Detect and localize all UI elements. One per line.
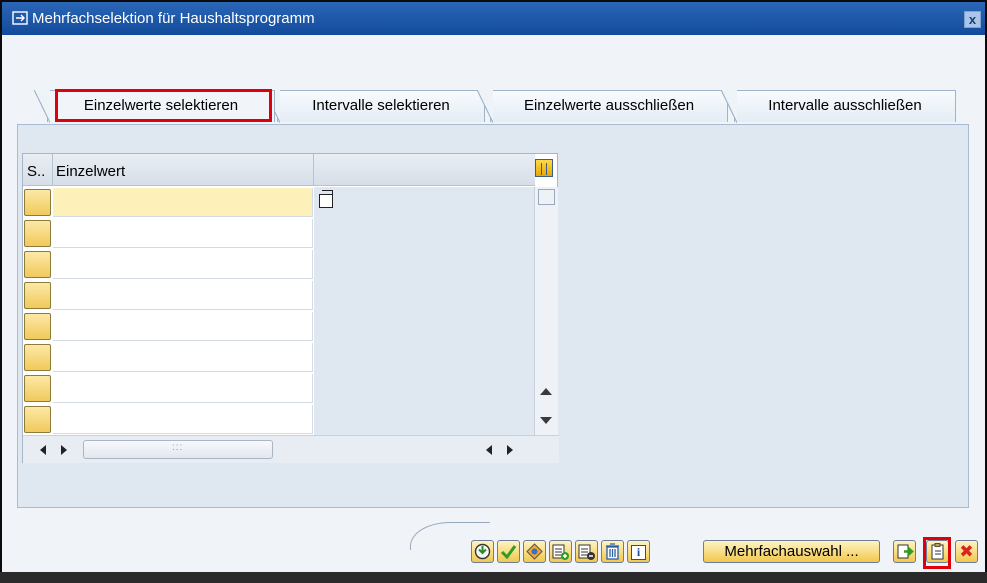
value-input[interactable] [53, 188, 313, 217]
info-icon: i [631, 545, 646, 560]
value-input[interactable] [53, 312, 313, 341]
value-input[interactable] [53, 374, 313, 403]
scroll-up-icon[interactable] [540, 388, 552, 395]
tab-label: Intervalle selektieren [312, 97, 450, 114]
range-icon [526, 543, 543, 560]
value-input[interactable] [53, 343, 313, 372]
tab-intervalle-ausschliessen[interactable]: Intervalle ausschließen [721, 90, 956, 123]
range-button[interactable] [523, 540, 546, 563]
execute-button[interactable] [471, 540, 494, 563]
tab-intervalle-selektieren[interactable]: Intervalle selektieren [264, 90, 485, 123]
row-selector[interactable] [24, 375, 51, 402]
row-selector[interactable] [24, 282, 51, 309]
row-selector[interactable] [24, 251, 51, 278]
scroll-right-icon[interactable] [61, 445, 67, 455]
table-row [23, 187, 535, 218]
value-input[interactable] [53, 405, 313, 434]
tab-label: Einzelwerte ausschließen [523, 97, 695, 114]
window-icon [12, 11, 28, 25]
row-selector[interactable] [24, 344, 51, 371]
scroll-thumb[interactable] [538, 189, 555, 205]
row-selector[interactable] [24, 220, 51, 247]
execute-icon [474, 543, 491, 560]
import-button[interactable] [893, 540, 916, 563]
table-row [23, 249, 535, 280]
window-title: Mehrfachselektion für Haushaltsprogramm [32, 10, 315, 27]
scroll-left-icon[interactable] [486, 445, 492, 455]
table-row [23, 404, 535, 435]
close-button[interactable]: x [964, 11, 981, 28]
vertical-scrollbar[interactable] [534, 187, 558, 435]
delete-row-icon [578, 544, 595, 560]
value-input[interactable] [53, 219, 313, 248]
row-selector[interactable] [24, 313, 51, 340]
values-table: S.. Einzelwert::: [22, 153, 559, 463]
table-settings-icon[interactable] [535, 159, 553, 177]
table-header: S.. Einzelwert [23, 154, 535, 186]
table-row [23, 280, 535, 311]
row-selector[interactable] [24, 189, 51, 216]
value-input[interactable] [53, 250, 313, 279]
button-bar: i Mehrfachauswahl ... ✖ [0, 540, 987, 570]
scroll-thumb[interactable]: ::: [83, 440, 273, 459]
column-header-selection[interactable]: S.. [27, 163, 45, 180]
table-row [23, 218, 535, 249]
delete-row-button[interactable] [575, 540, 598, 563]
table-row [23, 311, 535, 342]
insert-row-icon [552, 544, 569, 560]
check-icon [500, 545, 517, 560]
cancel-button[interactable]: ✖ [955, 540, 978, 563]
scroll-down-icon[interactable] [540, 417, 552, 424]
multiple-selection-icon[interactable] [319, 190, 333, 208]
table-row [23, 342, 535, 373]
value-input[interactable] [53, 281, 313, 310]
trash-icon [606, 543, 619, 560]
title-bar: Mehrfachselektion für Haushaltsprogramm … [2, 2, 985, 35]
active-tab-highlight [55, 89, 272, 122]
scroll-left-icon[interactable] [40, 445, 46, 455]
import-icon [897, 544, 914, 559]
bottom-edge [0, 572, 987, 583]
horizontal-scrollbar[interactable]: ::: [23, 435, 559, 463]
multiple-selection-button[interactable]: Mehrfachauswahl ... [703, 540, 880, 563]
highlighted-button-marker [923, 537, 951, 569]
table-row [23, 373, 535, 404]
column-header-einzelwert[interactable]: Einzelwert [56, 163, 125, 180]
row-selector[interactable] [24, 406, 51, 433]
info-button[interactable]: i [627, 540, 650, 563]
confirm-button[interactable] [497, 540, 520, 563]
insert-row-button[interactable] [549, 540, 572, 563]
scroll-right-icon[interactable] [507, 445, 513, 455]
tab-einzelwerte-ausschliessen[interactable]: Einzelwerte ausschließen [477, 90, 728, 123]
delete-all-button[interactable] [601, 540, 624, 563]
tab-label: Intervalle ausschließen [768, 97, 922, 114]
